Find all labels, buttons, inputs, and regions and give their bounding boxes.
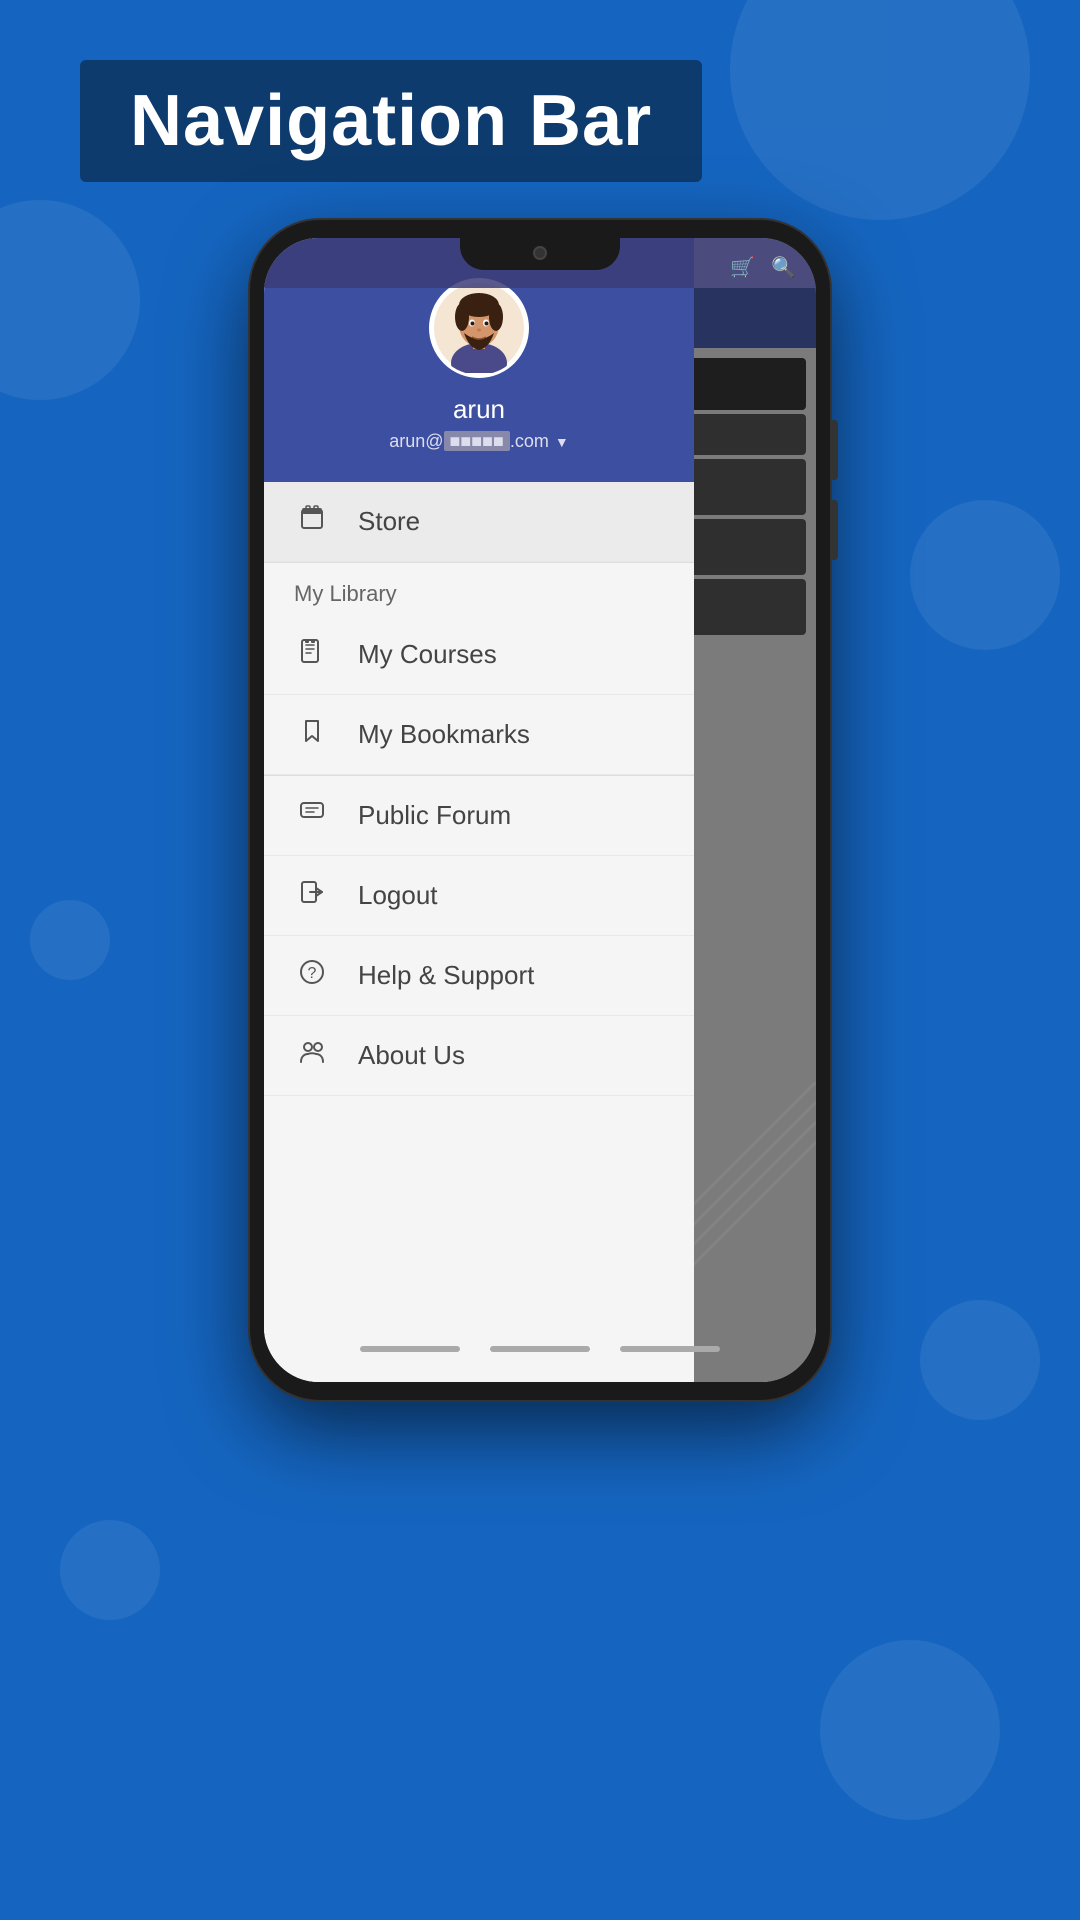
forum-icon xyxy=(294,798,330,833)
username-label: arun xyxy=(453,394,505,425)
navigation-drawer: arun arun@■■■■■.com ▼ xyxy=(264,238,694,1382)
front-camera xyxy=(533,246,547,260)
search-icon[interactable]: 🔍 xyxy=(771,255,796,280)
drawer-menu: Store My Library My Courses xyxy=(264,482,694,1382)
avatar-image xyxy=(434,283,524,373)
store-label: Store xyxy=(358,506,420,537)
volume-down-button xyxy=(830,500,838,560)
menu-item-help-support[interactable]: ? Help & Support xyxy=(264,936,694,1016)
menu-item-store[interactable]: Store xyxy=(264,482,694,562)
email-dropdown-arrow[interactable]: ▼ xyxy=(555,434,569,450)
avatar[interactable] xyxy=(429,278,529,378)
about-icon xyxy=(294,1038,330,1073)
phone-mockup: 🛒 🔍 ACADEMY dia ever before. FREE NJEEVA… xyxy=(250,220,830,1400)
page-title: Navigation Bar xyxy=(130,81,652,161)
menu-item-my-courses[interactable]: My Courses xyxy=(264,615,694,695)
logout-label: Logout xyxy=(358,880,438,911)
help-icon: ? xyxy=(294,958,330,993)
my-bookmarks-label: My Bookmarks xyxy=(358,719,530,750)
help-support-label: Help & Support xyxy=(358,960,534,991)
bottom-pill-left xyxy=(360,1346,460,1352)
bottom-pill-right xyxy=(620,1346,720,1352)
volume-up-button xyxy=(830,420,838,480)
store-icon xyxy=(294,504,330,539)
my-courses-label: My Courses xyxy=(358,639,497,670)
svg-text:?: ? xyxy=(308,965,317,982)
email-row[interactable]: arun@■■■■■.com ▼ xyxy=(389,431,569,452)
courses-icon xyxy=(294,637,330,672)
page-title-banner: Navigation Bar xyxy=(80,60,702,182)
phone-notch xyxy=(460,238,620,270)
menu-item-public-forum[interactable]: Public Forum xyxy=(264,775,694,856)
bottom-nav-bar xyxy=(264,1336,816,1362)
about-us-label: About Us xyxy=(358,1040,465,1071)
public-forum-label: Public Forum xyxy=(358,800,511,831)
logout-icon xyxy=(294,878,330,913)
cart-icon[interactable]: 🛒 xyxy=(730,255,755,280)
menu-item-logout[interactable]: Logout xyxy=(264,856,694,936)
bookmarks-icon xyxy=(294,717,330,752)
status-icons: 🛒 🔍 xyxy=(730,255,796,280)
phone-screen: 🛒 🔍 ACADEMY dia ever before. FREE NJEEVA… xyxy=(264,238,816,1382)
my-library-section: My Library xyxy=(264,562,694,615)
email-text: arun@■■■■■.com xyxy=(389,431,549,452)
menu-item-my-bookmarks[interactable]: My Bookmarks xyxy=(264,695,694,775)
menu-item-about-us[interactable]: About Us xyxy=(264,1016,694,1096)
bottom-pill-center xyxy=(490,1346,590,1352)
